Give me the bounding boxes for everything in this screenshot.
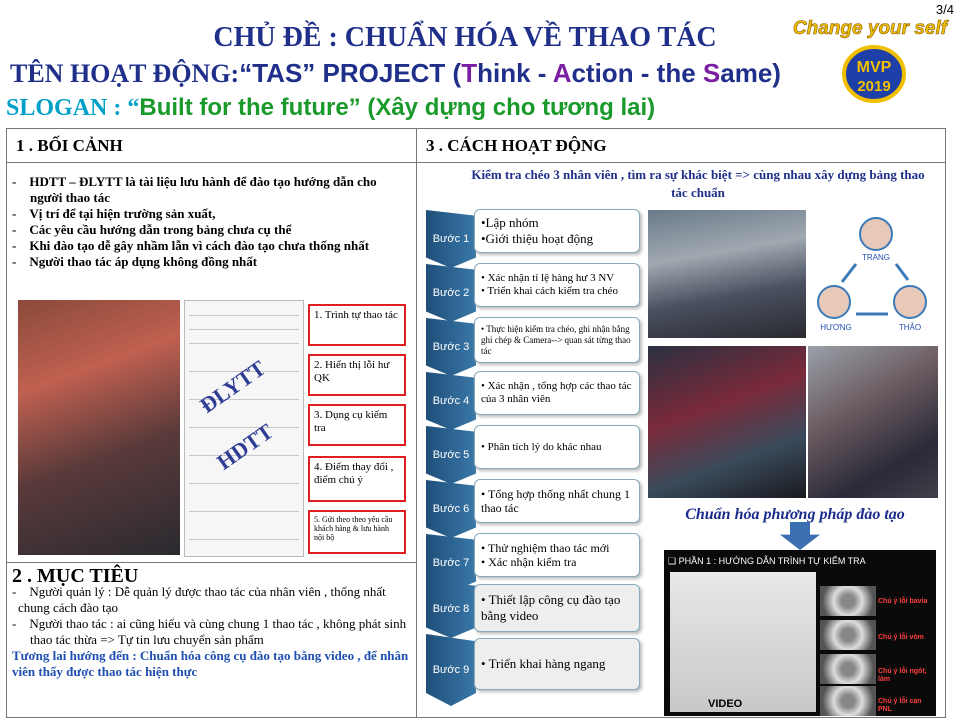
factory-photo <box>648 210 806 338</box>
slogan-label: SLOGAN : “ <box>6 95 140 121</box>
training-photo <box>648 346 806 498</box>
video-label: VIDEO <box>708 698 743 710</box>
step-box: • Thực hiện kiểm tra chéo, ghi nhận bằng… <box>474 317 640 363</box>
video-header: ❑ PHẦN 1 : HƯỚNG DẪN TRÌNH TỰ KIỂM TRA <box>668 556 866 566</box>
thumb-label: Chú ý lỗi cạn PNL <box>878 698 922 713</box>
section2-title: 2 . MỤC TIÊU <box>12 565 139 587</box>
slogan-text: Built for the future” (Xây dựng cho tươn… <box>139 94 656 121</box>
defect-thumbnail <box>820 686 876 716</box>
context-bullets: - HDTT – ĐLYTT là tài liệu lưu hành để đ… <box>12 174 410 270</box>
future-goal: Tương lai hướng đến : Chuẩn hóa công cụ … <box>12 648 409 679</box>
section1-title: 1 . BỐI CẢNH <box>16 136 123 155</box>
step-label: Bước 8 <box>426 580 476 638</box>
inspection-photo <box>808 346 938 498</box>
section-divider <box>6 562 416 563</box>
person-name: TRANG <box>862 253 890 262</box>
header-divider <box>6 162 946 163</box>
step-label: Bước 3 <box>426 318 476 376</box>
step-label: Bước 9 <box>426 634 476 706</box>
column-divider <box>416 128 417 718</box>
step-box: • Thử nghiệm thao tác mới • Xác nhận kiểm… <box>474 533 640 577</box>
step-box: • Phân tích lý do khác nhau <box>474 425 640 469</box>
callout-3: 3. Dụng cụ kiểm tra <box>308 404 406 446</box>
defect-thumbnail <box>820 654 876 684</box>
list-item: - Người thao tác áp dụng không đồng nhất <box>12 254 258 269</box>
step-box: • Triển khai hàng ngang <box>474 638 640 690</box>
defect-thumbnail <box>820 586 876 616</box>
step-label: Bước 4 <box>426 372 476 430</box>
callout-5: 5. Gửi theo theo yêu cầu khách hàng & lư… <box>308 510 406 554</box>
step-box: • Tổng hợp thống nhất chung 1 thao tác <box>474 479 640 523</box>
thumb-label: Chú ý lỗi vòm <box>878 634 924 641</box>
person-name: THẢO <box>899 323 921 332</box>
team-diagram: TRANG HƯƠNG THẢO <box>817 217 927 332</box>
list-item: - HDTT – ĐLYTT là tài liệu lưu hành để đ… <box>12 174 377 205</box>
activity-word-ame: ame) <box>720 58 781 88</box>
activity-letter-s: S <box>702 58 721 88</box>
step-box: • Xác nhận tỉ lệ hàng hư 3 NV • Triển kha… <box>474 263 640 307</box>
logo-mvp: MVP <box>857 59 892 76</box>
step-box: • Xác nhận , tổng hợp các thao tác của 3… <box>474 371 640 415</box>
slogan: SLOGAN : “Built for the future” (Xây dựn… <box>6 94 655 122</box>
activity-word-hink: hink - <box>477 58 553 88</box>
callout-1: 1. Trình tự thao tác <box>308 304 406 346</box>
step-label: Bước 5 <box>426 426 476 484</box>
step-box: • Thiết lập công cụ đào tạo bằng video <box>474 584 640 632</box>
logo-year: 2019 <box>857 78 890 95</box>
list-item: - Người thao tác : ai cũng hiểu và cùng … <box>12 616 407 647</box>
thumb-label: Chú ý lỗi ngót, làm <box>878 668 927 683</box>
callout-4: 4. Điểm thay đổi , điểm chú ý <box>308 456 406 502</box>
activity-letter-t: T <box>461 58 478 88</box>
defect-thumbnail <box>820 620 876 650</box>
video-training-image: ❑ PHẦN 1 : HƯỚNG DẪN TRÌNH TỰ KIỂM TRA V… <box>664 550 936 716</box>
activity-intro: Kiểm tra chéo 3 nhân viên , tìm ra sự kh… <box>471 167 925 200</box>
part-drawing <box>670 572 816 712</box>
topic-title: CHỦ ĐỀ : CHUẨN HÓA VỀ THAO TÁC <box>213 22 717 53</box>
workers-photo <box>18 300 180 555</box>
activity-word-ction: ction - the <box>571 58 703 88</box>
activity-name-open: “TAS” PROJECT ( <box>239 58 462 88</box>
activity-title: TÊN HOẠT ĐỘNG:“TAS” PROJECT (Think - Act… <box>10 58 781 89</box>
section3-title: 3 . CÁCH HOẠT ĐỘNG <box>426 136 607 155</box>
list-item: - Người quản lý : Dễ quản lý được thao t… <box>12 584 386 615</box>
activity-label: TÊN HOẠT ĐỘNG: <box>10 59 240 88</box>
list-item: - Khi đào tạo dễ gây nhầm lẫn vì cách đà… <box>12 238 370 253</box>
step-box: •Lập nhóm •Giới thiệu hoạt động <box>474 209 640 253</box>
list-item: - Vị trí để tại hiện trường sản xuất, <box>12 206 216 221</box>
person-name: HƯƠNG <box>820 323 851 332</box>
list-item: - Các yêu cầu hướng dẫn trong bảng chưa … <box>12 222 292 237</box>
goal-section: 2 . MỤC TIÊU - Người quản lý : Dễ quản l… <box>12 565 410 680</box>
activity-letter-a: A <box>552 58 572 88</box>
callout-2: 2. Hiển thị lỗi hư QK <box>308 354 406 396</box>
thumb-label: Chú ý lỗi bavia <box>878 598 928 605</box>
standardize-title: Chuẩn hóa phương pháp đào tạo <box>685 506 905 523</box>
step-label: Bước 6 <box>426 480 476 538</box>
step-label: Bước 2 <box>426 264 476 322</box>
instruction-document-image <box>184 300 304 557</box>
step-label: Bước 1 <box>426 210 476 268</box>
